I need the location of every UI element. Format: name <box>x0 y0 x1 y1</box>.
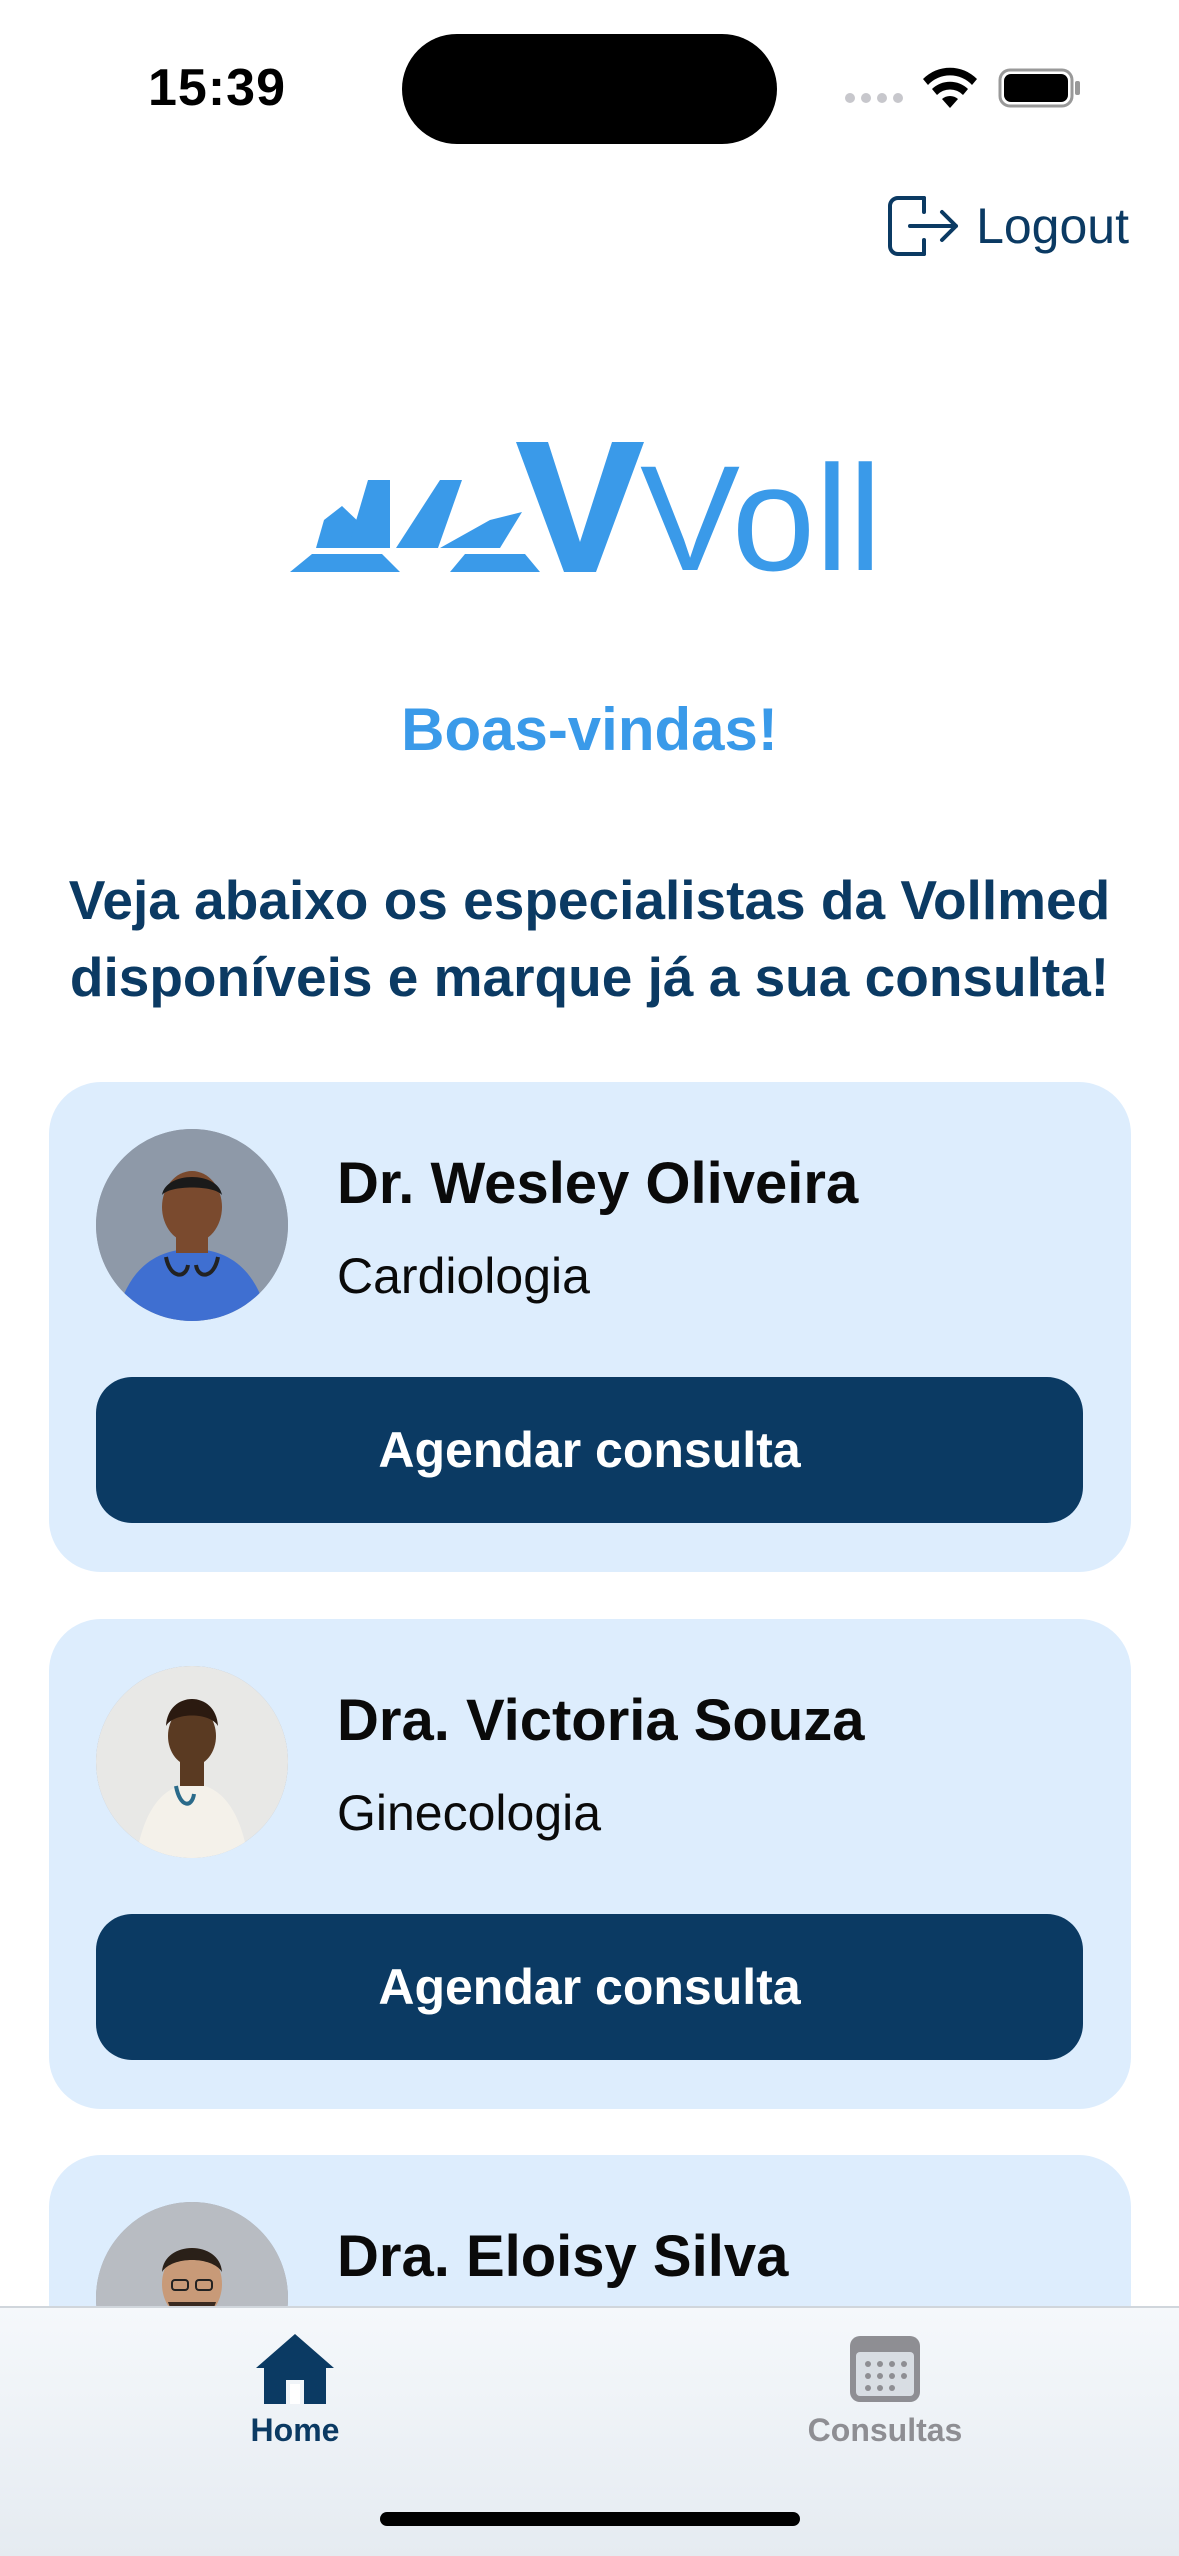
voll-logo: Voll <box>290 434 882 580</box>
book-appointment-button[interactable]: Agendar consulta <box>96 1377 1083 1523</box>
tab-home[interactable]: Home <box>145 2328 445 2449</box>
avatar <box>96 1129 288 1321</box>
welcome-heading: Boas-vindas! <box>401 696 778 763</box>
voll-logo-text: Voll <box>640 434 882 580</box>
specialist-specialty: Ginecologia <box>337 1785 602 1841</box>
specialist-card: Dr. Wesley Oliveira Cardiologia Agendar … <box>49 1082 1131 1572</box>
avatar <box>96 1666 288 1858</box>
home-indicator <box>380 2512 800 2526</box>
dynamic-island <box>402 34 777 144</box>
tab-home-label: Home <box>250 2412 340 2448</box>
calendar-icon <box>850 2336 920 2402</box>
tab-consultas-label: Consultas <box>807 2412 963 2448</box>
status-time: 15:39 <box>148 59 286 117</box>
status-bar: 15:39 <box>0 0 1179 170</box>
logout-icon <box>888 196 959 256</box>
intro-text: Veja abaixo os especialistas da Vollmed … <box>68 869 1111 1008</box>
specialist-name: Dra. Victoria Souza <box>337 1688 865 1753</box>
book-appointment-button[interactable]: Agendar consulta <box>96 1914 1083 2060</box>
battery-icon <box>998 68 1080 108</box>
specialist-name: Dr. Wesley Oliveira <box>337 1151 859 1216</box>
home-icon <box>256 2334 334 2404</box>
logout-button[interactable]: Logout <box>884 188 1129 264</box>
specialist-card: Dra. Victoria Souza Ginecologia Agendar … <box>49 1619 1131 2109</box>
cellular-signal-icon <box>845 93 903 103</box>
wifi-icon <box>923 67 977 108</box>
logout-label: Logout <box>976 198 1129 254</box>
tab-consultas[interactable]: Consultas <box>735 2328 1035 2449</box>
specialist-specialty: Cardiologia <box>337 1248 590 1304</box>
specialist-name: Dra. Eloisy Silva <box>337 2224 789 2289</box>
